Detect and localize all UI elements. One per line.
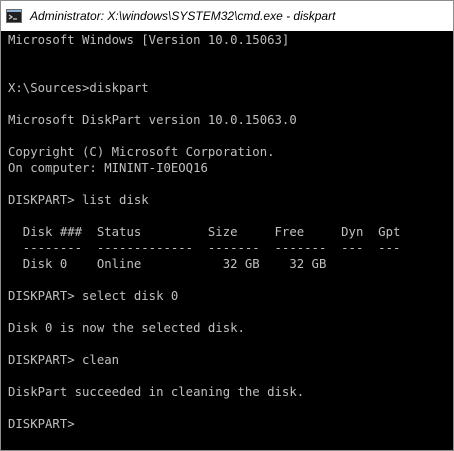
cmd-icon	[6, 8, 22, 24]
console-line: DISKPART> list disk	[8, 193, 149, 207]
console-line: On computer: MININT-I0EOQ16	[8, 161, 208, 175]
window-title: Administrator: X:\windows\SYSTEM32\cmd.e…	[30, 9, 336, 23]
console-line: DiskPart succeeded in cleaning the disk.	[8, 385, 305, 399]
console-line: Microsoft Windows [Version 10.0.15063]	[8, 33, 290, 47]
title-bar[interactable]: Administrator: X:\windows\SYSTEM32\cmd.e…	[1, 1, 453, 31]
console-line: X:\Sources>diskpart	[8, 81, 149, 95]
console-line: Microsoft DiskPart version 10.0.15063.0	[8, 113, 297, 127]
console-line: DISKPART> clean	[8, 353, 120, 367]
console-line: -------- ------------- ------- ------- -…	[8, 241, 401, 255]
console-line: Copyright (C) Microsoft Corporation.	[8, 145, 275, 159]
command-prompt[interactable]: DISKPART>	[8, 416, 75, 432]
console-line: DISKPART> select disk 0	[8, 289, 179, 303]
console-line: Disk 0 is now the selected disk.	[8, 321, 245, 335]
cmd-window: Administrator: X:\windows\SYSTEM32\cmd.e…	[0, 0, 454, 451]
console-output[interactable]: Microsoft Windows [Version 10.0.15063] X…	[1, 31, 453, 450]
console-line: Disk 0 Online 32 GB 32 GB	[8, 257, 327, 271]
console-line: Disk ### Status Size Free Dyn Gpt	[8, 225, 401, 239]
